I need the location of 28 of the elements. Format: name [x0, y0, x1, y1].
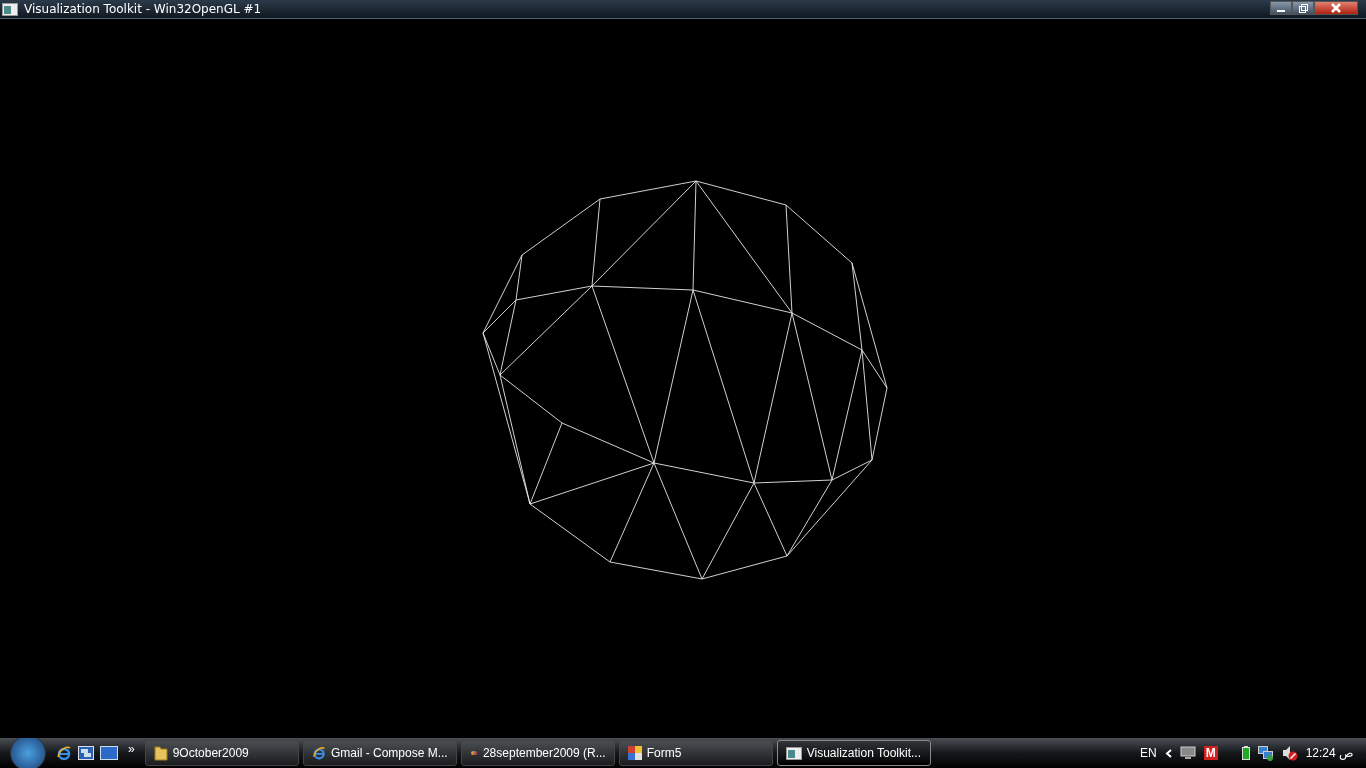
window-icon — [785, 746, 802, 760]
muted-speaker-icon[interactable] — [1281, 745, 1298, 761]
window-title: Visualization Toolkit - Win32OpenGL #1 — [24, 2, 262, 16]
taskbar-button[interactable]: Gmail - Compose M... — [302, 740, 457, 766]
browser-e-icon — [311, 745, 326, 761]
browser-e-icon — [56, 745, 72, 761]
minimize-button[interactable] — [1270, 1, 1292, 15]
language-indicator[interactable]: EN — [1139, 746, 1157, 760]
taskbar-button[interactable]: Form5 — [618, 740, 773, 766]
network-icon[interactable] — [1257, 745, 1274, 761]
windows-stack-icon[interactable] — [78, 745, 94, 761]
folder-icon — [153, 745, 168, 761]
taskbar-button[interactable]: 9October2009 — [144, 740, 299, 766]
restore-icon — [1298, 3, 1308, 13]
monitor-icon[interactable] — [1179, 746, 1196, 760]
desktop-icon[interactable] — [100, 746, 118, 760]
restore-button[interactable] — [1292, 1, 1314, 15]
taskbar-button[interactable]: 28september2009 (R... — [460, 740, 615, 766]
more-button[interactable]: » — [122, 742, 141, 756]
battery-icon[interactable] — [1241, 746, 1250, 760]
close-icon — [1331, 3, 1341, 13]
app-window-icon — [2, 2, 18, 16]
close-button[interactable] — [1314, 1, 1358, 15]
clock[interactable]: 12:24 ص — [1305, 746, 1354, 760]
tray-badge[interactable]: M — [1203, 746, 1218, 760]
form-icon — [627, 746, 642, 760]
taskbar-button[interactable]: Visualization Toolkit... — [776, 740, 931, 766]
chevron-icon[interactable] — [1164, 748, 1172, 758]
